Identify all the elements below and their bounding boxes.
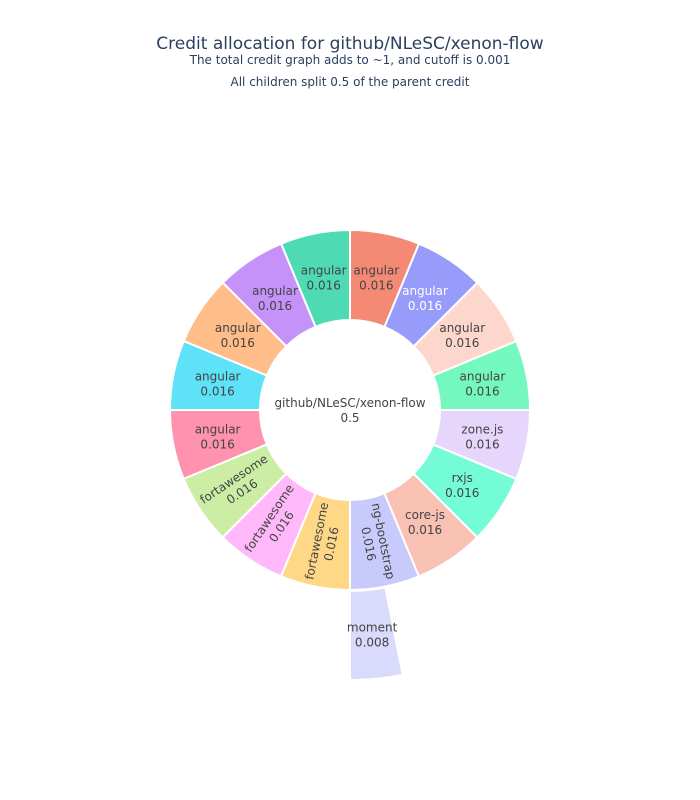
sector-value: 0.016: [258, 299, 292, 313]
sector-label: angular: [459, 370, 505, 384]
sector-value: 0.008: [355, 635, 389, 649]
sector-label: angular: [252, 284, 298, 298]
sector-label: rxjs: [452, 471, 473, 485]
sector-value: 0.016: [465, 437, 499, 451]
sunburst-chart: angular0.016angular0.016angular0.016angu…: [168, 228, 532, 682]
sector-label: moment: [347, 620, 398, 634]
root-name: github/NLeSC/xenon-flow: [274, 396, 425, 410]
root-label[interactable]: github/NLeSC/xenon-flow 0.5: [274, 396, 425, 425]
sector-label: angular: [439, 321, 485, 335]
sector-label: angular: [353, 264, 399, 278]
sector-label: angular: [215, 321, 261, 335]
sector-value: 0.016: [408, 299, 442, 313]
sector-label: angular: [195, 422, 241, 436]
root-value: 0.5: [340, 411, 359, 425]
sector-label: angular: [402, 284, 448, 298]
sector-value: 0.016: [221, 336, 255, 350]
sector-label: zone.js: [461, 422, 503, 436]
sector-value: 0.016: [465, 385, 499, 399]
sector-value: 0.016: [445, 486, 479, 500]
sector-moment[interactable]: moment0.008: [347, 586, 404, 682]
sector-value: 0.016: [359, 279, 393, 293]
sector-value: 0.016: [200, 385, 234, 399]
sector-label: angular: [195, 370, 241, 384]
sector-label: core-js: [405, 508, 445, 522]
sector-label: angular: [301, 264, 347, 278]
sector-value: 0.016: [200, 437, 234, 451]
sector-value: 0.016: [306, 279, 340, 293]
sector-value: 0.016: [445, 336, 479, 350]
sector-value: 0.016: [408, 523, 442, 537]
